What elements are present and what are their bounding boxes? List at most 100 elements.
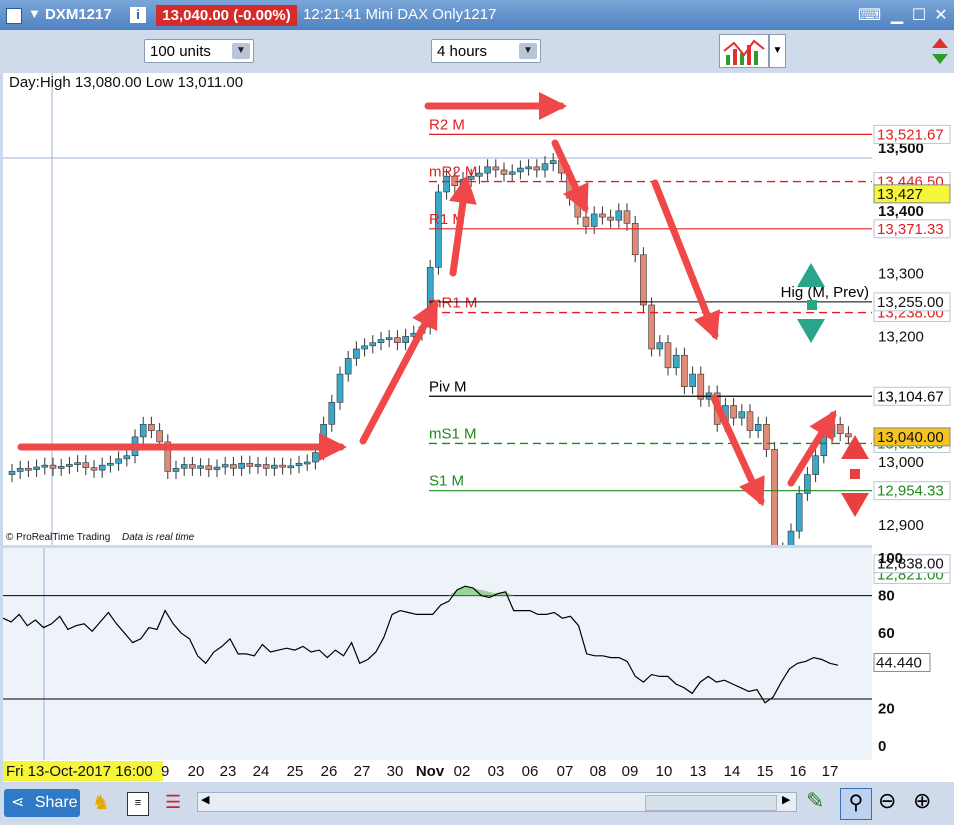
candle-body [656,342,664,350]
price-axis-svg: 13,50013,40013,30013,20013,00012,90013,0… [873,124,951,755]
price-chart-panel[interactable]: R2 MmR2 MR1 MmR1 MPiv MmS1 MS1 MmS2 MHig… [3,73,872,576]
target-up-marker [797,263,825,287]
alert-bell-icon[interactable]: ♞ [92,790,110,815]
candle-body [205,465,213,470]
date-label: 06 [522,763,539,780]
share-button[interactable]: ⋖ Share [4,789,80,817]
candle-body [795,493,803,532]
price-tick-label: 12,900 [878,517,924,534]
info-icon[interactable]: i [130,7,146,23]
chevron-down-icon: ▼ [232,43,250,59]
drawing-tools-icon[interactable]: ✎ [806,788,824,814]
dropdown-arrow-icon[interactable]: ▼ [28,6,41,21]
candle-body [197,465,204,469]
candle-body [640,254,647,306]
date-label: 20 [188,763,205,780]
candle-body [525,166,532,170]
candle-body [845,433,852,438]
date-label: 26 [321,763,338,780]
candle-body [303,461,311,465]
keyboard-icon[interactable]: ⌨ [858,7,881,25]
date-label: 23 [220,763,237,780]
candle-body [738,411,746,419]
date-label: 17 [822,763,839,780]
auto-zoom-icon[interactable]: ⚲ [840,788,872,820]
candle-body [230,464,237,469]
maximize-icon[interactable]: ☐ [908,7,930,25]
date-axis[interactable]: Fri 13-Oct-2017 16:00 9 20 23 24 25 26 27 30 Nov 0… [3,760,954,782]
candle-body [631,223,639,256]
scroll-left-icon[interactable]: ◀ [201,793,209,806]
close-icon[interactable]: ✕ [930,7,952,25]
units-select[interactable]: 100 units ▼ [144,39,254,63]
indicators-icon [723,39,765,65]
candle-body [353,348,360,359]
chevron-down-icon: ▼ [519,43,537,59]
candle-body [648,304,655,350]
price-axis-panel[interactable]: 13,50013,40013,30013,20013,00012,90013,0… [872,73,954,760]
credit-label: © ProRealTime Trading [6,532,111,543]
candle-body [148,424,155,431]
day-range-label: Day:High 13,080.00 Low 13,011.00 [9,74,244,91]
date-label: 09 [622,763,639,780]
candle-body [623,210,631,224]
indicator-tick-label: 20 [878,700,895,717]
candle-body [33,466,40,470]
date-label: 07 [557,763,574,780]
extreme-value-tag: 13,255.00 [877,294,944,311]
candle-body [394,337,401,343]
indicator-line [2,585,839,704]
candle-body [156,430,163,443]
realtime-label: Data is real time [122,532,195,543]
candle-body [812,455,819,475]
indicator-panel[interactable] [2,548,872,760]
indicator-tick-label: 80 [878,588,895,605]
date-label: 24 [253,763,270,780]
share-button-label: Share [34,794,78,811]
scroll-right-icon[interactable]: ▶ [782,793,790,806]
indicators-button[interactable] [719,34,769,68]
candle-body [697,373,705,400]
pivot-value-tag: 13,104.67 [877,388,944,405]
candle-body [336,373,344,403]
date-label: 08 [590,763,607,780]
horizontal-scrollbar[interactable]: ◀ ▶ [197,792,797,812]
candle-body [607,216,614,221]
price-tick-label: 13,400 [878,203,924,220]
period-select-value: 4 hours [437,43,488,60]
minimize-icon[interactable]: ▁ [886,7,908,25]
candle-body [615,210,623,221]
overbought-fill [448,586,514,596]
extreme-label-0: Hig (M, Prev) [781,284,869,301]
candle-body [754,424,762,431]
units-select-value: 100 units [150,43,211,60]
app-icon[interactable] [6,8,22,24]
zoom-in-icon[interactable]: ⊕ [913,788,931,814]
target-up-marker [807,300,817,310]
date-label: 15 [757,763,774,780]
date-label-partial: 9 [161,763,169,780]
trend-arrow-head [319,433,347,461]
indicator-tick-label: 60 [878,625,895,642]
candle-body [16,467,24,472]
pivot-label-piv-m: Piv M [429,378,467,395]
scroll-thumb[interactable] [645,795,777,811]
date-label: Nov [416,763,445,780]
candle-body [435,191,442,268]
candle-body [385,337,393,340]
target-up-marker [797,319,825,343]
candle-body [549,160,557,164]
date-label: 27 [354,763,371,780]
trade-arrows-icon[interactable] [928,34,950,68]
zoom-out-icon[interactable]: ⊖ [878,788,896,814]
candle-body [57,466,65,469]
date-label: 16 [790,763,807,780]
order-book-icon[interactable]: ☰ [165,792,187,814]
indicators-dropdown-button[interactable]: ▼ [769,34,786,68]
candle-body [500,169,508,175]
period-select[interactable]: 4 hours ▼ [431,39,541,63]
price-tick-label: 13,200 [878,328,924,345]
candle-body [279,464,286,468]
candle-body [517,167,524,173]
order-list-icon[interactable]: ≡ [127,792,149,816]
